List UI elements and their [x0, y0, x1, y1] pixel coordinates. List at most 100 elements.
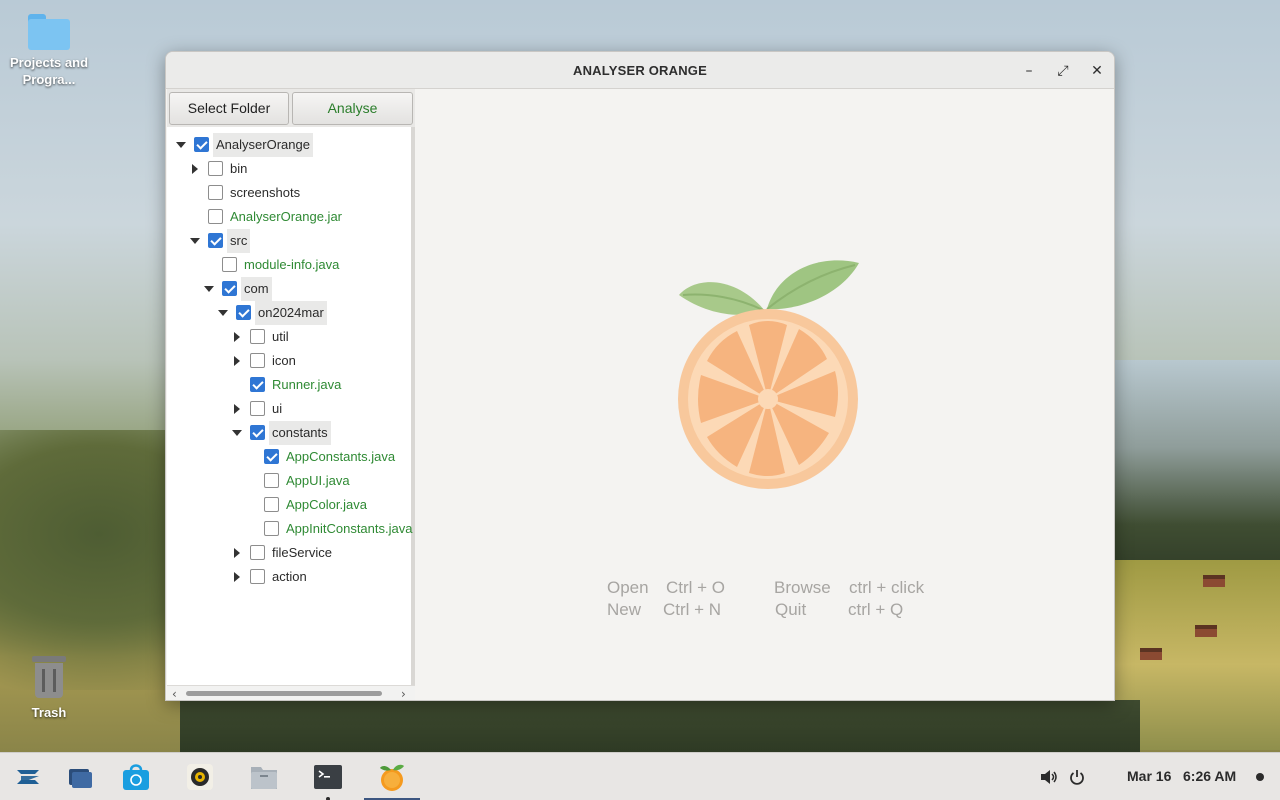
tree-row[interactable]: constants: [167, 421, 415, 445]
expand-arrow-icon[interactable]: [176, 142, 186, 148]
tree-row[interactable]: screenshots: [167, 181, 415, 205]
horizontal-scrollbar[interactable]: ‹ ›: [167, 685, 415, 700]
terminal-icon[interactable]: [312, 761, 344, 793]
tree-row[interactable]: util: [167, 325, 415, 349]
tree-checkbox[interactable]: [264, 521, 279, 536]
tree-label[interactable]: fileService: [269, 541, 335, 565]
files-icon[interactable]: [248, 761, 280, 793]
analyse-button[interactable]: Analyse: [292, 92, 413, 125]
tree-checkbox[interactable]: [208, 161, 223, 176]
workspaces-icon[interactable]: [64, 761, 96, 793]
power-icon[interactable]: [1069, 769, 1085, 785]
time-label[interactable]: 6:26 AM: [1183, 768, 1236, 784]
tree-checkbox[interactable]: [222, 281, 237, 296]
collapse-arrow-icon[interactable]: [234, 404, 240, 414]
tree-label[interactable]: AnalyserOrange.jar: [227, 205, 345, 229]
tree-label[interactable]: AppInitConstants.java: [283, 517, 415, 541]
tree-label[interactable]: ui: [269, 397, 285, 421]
tree-row[interactable]: icon: [167, 349, 415, 373]
scrollbar-thumb[interactable]: [186, 691, 382, 696]
collapse-arrow-icon[interactable]: [234, 356, 240, 366]
scroll-right-icon[interactable]: ›: [401, 687, 406, 700]
notification-dot[interactable]: [1256, 773, 1264, 781]
tree-row[interactable]: AppConstants.java: [167, 445, 415, 469]
tree-label[interactable]: bin: [227, 157, 250, 181]
tree-label[interactable]: AppColor.java: [283, 493, 370, 517]
analyser-orange-icon[interactable]: [376, 761, 408, 793]
background-mountain: [1115, 360, 1280, 580]
tree-checkbox[interactable]: [236, 305, 251, 320]
volume-icon[interactable]: [1040, 769, 1058, 785]
tree-row[interactable]: ui: [167, 397, 415, 421]
expand-arrow-icon[interactable]: [190, 238, 200, 244]
tree-checkbox[interactable]: [194, 137, 209, 152]
zorin-menu-icon[interactable]: [12, 761, 44, 793]
tree-label[interactable]: com: [241, 277, 272, 301]
tree-checkbox[interactable]: [208, 185, 223, 200]
tree-checkbox[interactable]: [250, 425, 265, 440]
expand-arrow-icon[interactable]: [232, 430, 242, 436]
collapse-arrow-icon[interactable]: [192, 164, 198, 174]
tree-label[interactable]: icon: [269, 349, 299, 373]
desktop-icon-label: Trash: [31, 705, 67, 720]
select-folder-button[interactable]: Select Folder: [169, 92, 289, 125]
tree-row[interactable]: module-info.java: [167, 253, 415, 277]
tree-row[interactable]: com: [167, 277, 415, 301]
minimize-button[interactable]: –: [1019, 61, 1039, 81]
software-store-icon[interactable]: [120, 761, 152, 793]
tree-label[interactable]: AppUI.java: [283, 469, 353, 493]
window-title: ANALYSER ORANGE: [573, 63, 707, 78]
scroll-left-icon[interactable]: ‹: [172, 687, 177, 700]
tree-row[interactable]: AnalyserOrange.jar: [167, 205, 415, 229]
maximize-button[interactable]: ⤢: [1053, 61, 1073, 81]
shortcut-open-keys: Ctrl + O: [666, 578, 726, 597]
tree-checkbox[interactable]: [264, 497, 279, 512]
tree-checkbox[interactable]: [250, 401, 265, 416]
tree-label[interactable]: constants: [269, 421, 331, 445]
rhythmbox-icon[interactable]: [184, 761, 216, 793]
tree-row[interactable]: fileService: [167, 541, 415, 565]
tree-row[interactable]: AppUI.java: [167, 469, 415, 493]
maximize-icon: ⤢: [1057, 63, 1069, 79]
date-label[interactable]: Mar 16: [1127, 768, 1171, 784]
tree-label[interactable]: module-info.java: [241, 253, 342, 277]
tree-checkbox[interactable]: [250, 353, 265, 368]
shortcut-new-label: New: [607, 600, 642, 619]
tree-row[interactable]: Runner.java: [167, 373, 415, 397]
tree-label[interactable]: on2024mar: [255, 301, 327, 325]
tree-checkbox[interactable]: [222, 257, 237, 272]
expand-arrow-icon[interactable]: [218, 310, 228, 316]
tree-row[interactable]: action: [167, 565, 415, 589]
tree-checkbox[interactable]: [264, 449, 279, 464]
tree-row[interactable]: AppInitConstants.java: [167, 517, 415, 541]
app-window: ANALYSER ORANGE – ⤢ ✕ Select Folder Anal…: [165, 51, 1115, 701]
tree-label[interactable]: src: [227, 229, 251, 253]
collapse-arrow-icon[interactable]: [234, 548, 240, 558]
tree-checkbox[interactable]: [250, 377, 265, 392]
title-bar[interactable]: ANALYSER ORANGE – ⤢ ✕: [166, 52, 1114, 89]
tree-checkbox[interactable]: [208, 233, 223, 248]
tree-label[interactable]: AppConstants.java: [283, 445, 398, 469]
tree-checkbox[interactable]: [264, 473, 279, 488]
expand-arrow-icon[interactable]: [204, 286, 214, 292]
desktop-icon-trash[interactable]: Trash: [4, 656, 94, 721]
tree-label[interactable]: screenshots: [227, 181, 303, 205]
tree-row[interactable]: on2024mar: [167, 301, 415, 325]
tree-checkbox[interactable]: [208, 209, 223, 224]
tree-row[interactable]: bin: [167, 157, 415, 181]
tree-label[interactable]: AnalyserOrange: [213, 133, 313, 157]
background-house: [1140, 648, 1162, 660]
tree-label[interactable]: action: [269, 565, 310, 589]
tree-label[interactable]: Runner.java: [269, 373, 344, 397]
tree-checkbox[interactable]: [250, 329, 265, 344]
collapse-arrow-icon[interactable]: [234, 332, 240, 342]
tree-row[interactable]: AnalyserOrange: [167, 133, 415, 157]
tree-row[interactable]: src: [167, 229, 415, 253]
desktop-icon-projects[interactable]: Projects and Progra...: [4, 14, 94, 88]
tree-row[interactable]: AppColor.java: [167, 493, 415, 517]
tree-checkbox[interactable]: [250, 569, 265, 584]
tree-label[interactable]: util: [269, 325, 292, 349]
tree-checkbox[interactable]: [250, 545, 265, 560]
collapse-arrow-icon[interactable]: [234, 572, 240, 582]
close-button[interactable]: ✕: [1087, 61, 1107, 81]
